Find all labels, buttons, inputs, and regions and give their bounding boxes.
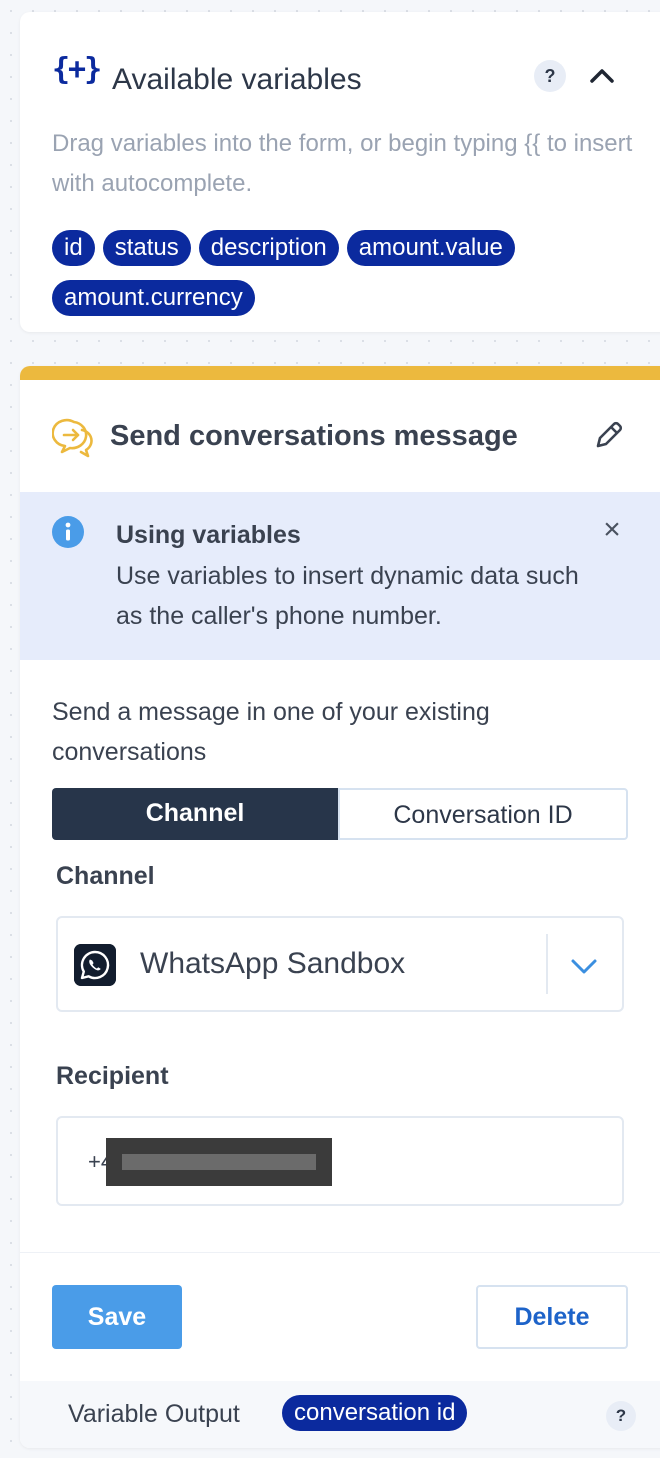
info-text: Use variables to insert dynamic data suc… <box>116 562 579 630</box>
chevron-up-icon[interactable] <box>586 60 618 92</box>
target-tabs: Channel Conversation ID <box>52 788 628 840</box>
variables-panel-title: Available variables <box>112 63 362 96</box>
variables-help-button[interactable]: ? <box>534 60 566 92</box>
action-footer: Save Delete Variable Output conversation… <box>20 1252 660 1448</box>
variable-chip[interactable]: amount.value <box>346 230 515 266</box>
info-banner: Using variables Use variables to insert … <box>20 492 660 660</box>
channel-label: Channel <box>56 862 155 890</box>
send-message-action-card: Send conversations message Using variabl… <box>20 366 660 1448</box>
info-title: Using variables <box>116 521 301 549</box>
recipient-input[interactable]: +4 <box>56 1116 624 1206</box>
redacted-phone-number <box>106 1138 332 1186</box>
channel-select[interactable]: WhatsApp Sandbox <box>56 916 624 1012</box>
output-help-button[interactable]: ? <box>606 1401 636 1431</box>
braces-plus-icon: {+} <box>52 52 102 87</box>
close-icon[interactable]: × <box>598 515 626 545</box>
pencil-icon[interactable] <box>592 418 626 452</box>
variable-chip[interactable]: status <box>102 230 191 266</box>
variable-output-label: Variable Output <box>68 1400 240 1428</box>
variable-output-row: Variable Output conversation id ? <box>20 1381 660 1448</box>
variable-output-chip[interactable]: conversation id <box>282 1395 468 1431</box>
variables-hint: Drag variables into the form, or begin t… <box>52 130 633 197</box>
save-button[interactable]: Save <box>52 1285 182 1349</box>
tab-conversation-id[interactable]: Conversation ID <box>338 788 628 840</box>
chevron-down-icon[interactable] <box>568 950 600 982</box>
delete-button[interactable]: Delete <box>476 1285 628 1349</box>
whatsapp-icon <box>74 944 116 986</box>
info-icon <box>52 516 84 548</box>
variables-panel: {+} Available variables ? Drag variables… <box>20 12 660 332</box>
variable-chip[interactable]: amount.currency <box>52 280 255 316</box>
action-accent-bar <box>20 366 660 380</box>
variable-chip[interactable]: description <box>198 230 339 266</box>
variable-chip-list: id status description amount.value amoun… <box>52 230 632 316</box>
recipient-label: Recipient <box>56 1062 169 1090</box>
variable-chip[interactable]: id <box>52 230 95 266</box>
action-title: Send conversations message <box>110 420 518 452</box>
action-description: Send a message in one of your existing c… <box>52 698 490 766</box>
tab-channel[interactable]: Channel <box>52 788 338 840</box>
conversation-arrow-icon <box>52 418 93 458</box>
channel-select-value: WhatsApp Sandbox <box>140 947 406 980</box>
select-divider <box>546 934 548 994</box>
